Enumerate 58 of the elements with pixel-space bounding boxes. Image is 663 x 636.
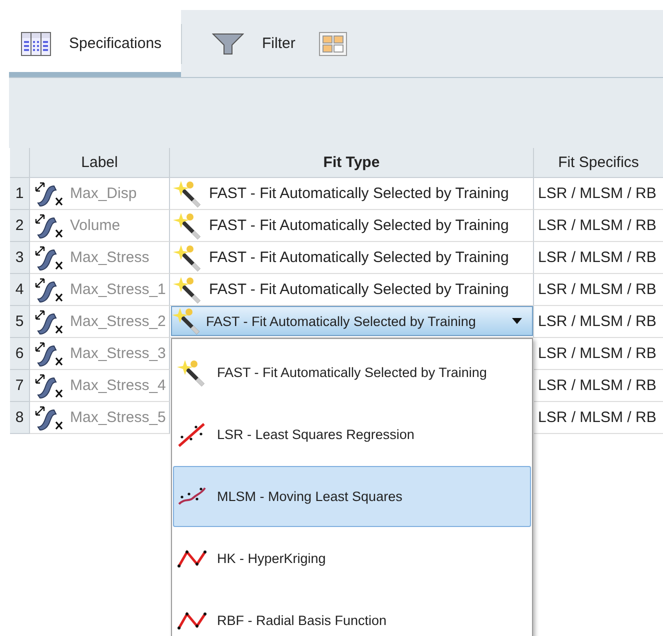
response-icon — [34, 340, 64, 366]
dropdown-option[interactable]: MLSM - Moving Least Squares — [173, 466, 531, 527]
table-cell: LSR / MLSM / RB — [538, 217, 656, 234]
table-cell: Max_Stress_2 — [70, 313, 166, 330]
funnel-icon — [212, 32, 244, 54]
table-cell: LSR / MLSM / RB — [538, 281, 656, 298]
dropdown-option[interactable]: RBF - Radial Basis Function — [173, 590, 531, 636]
dropdown-option[interactable]: FAST - Fit Automatically Selected by Training — [173, 342, 531, 403]
table-cell: FAST - Fit Automatically Selected by Training — [209, 249, 509, 266]
table-cell: LSR / MLSM / RB — [538, 313, 656, 330]
magic-wand-icon — [177, 358, 207, 386]
row-number: 8 — [10, 402, 30, 434]
table-cell: Max_Stress_4 — [70, 377, 166, 394]
dropdown-option[interactable]: LSR - Least Squares Regression — [173, 404, 531, 465]
table-cell: Max_Stress_1 — [70, 281, 166, 298]
magic-wand-icon — [172, 307, 202, 335]
table-cell: Max_Disp — [70, 185, 137, 202]
row-number: 5 — [10, 306, 30, 338]
response-icon — [34, 244, 64, 270]
table-cell: LSR / MLSM / RB — [538, 409, 656, 426]
magic-wand-icon — [173, 244, 203, 272]
fit-type-dropdown[interactable]: FAST - Fit Automatically Selected by Training — [171, 306, 533, 336]
row-number: 3 — [10, 242, 30, 274]
table-cell: Max_Stress_3 — [70, 345, 166, 362]
row-number: 7 — [10, 370, 30, 402]
tab[interactable]: Filter — [200, 10, 312, 77]
table-cell: FAST - Fit Automatically Selected by Training — [209, 281, 509, 298]
magic-wand-icon — [173, 180, 203, 208]
tab[interactable]: Specifications — [9, 10, 181, 77]
column-header: Label — [30, 148, 170, 178]
table-cell: LSR / MLSM / RB — [538, 345, 656, 362]
table-cell: LSR / MLSM / RB — [538, 377, 656, 394]
row-number: 4 — [10, 274, 30, 306]
table-cell: Max_Stress — [70, 249, 150, 266]
table-cell: LSR / MLSM / RB — [538, 249, 656, 266]
row-number: 6 — [10, 338, 30, 370]
row-number: 1 — [10, 178, 30, 210]
caret-icon — [512, 318, 522, 324]
straight-line-fit-icon — [177, 422, 207, 448]
response-icon — [34, 276, 64, 302]
response-icon — [34, 212, 64, 238]
response-icon — [34, 404, 64, 430]
magic-wand-icon — [173, 276, 203, 304]
response-icon — [34, 372, 64, 398]
layout-grid-icon[interactable] — [319, 32, 348, 56]
table-cell: Max_Stress_5 — [70, 409, 166, 426]
table-cell: FAST - Fit Automatically Selected by Training — [209, 217, 509, 234]
row-number: 2 — [10, 210, 30, 242]
magic-wand-icon — [173, 212, 203, 240]
column-header: Fit Specifics — [534, 148, 663, 178]
column-header: Fit Type — [170, 148, 534, 178]
dropdown-option[interactable]: HK - HyperKriging — [173, 528, 531, 589]
response-icon — [34, 180, 64, 206]
table-cell: LSR / MLSM / RB — [538, 185, 656, 202]
response-icon — [34, 308, 64, 334]
table-cell: Volume — [70, 217, 120, 234]
table-cell: FAST - Fit Automatically Selected by Training — [209, 185, 509, 202]
table-icon — [21, 32, 51, 56]
